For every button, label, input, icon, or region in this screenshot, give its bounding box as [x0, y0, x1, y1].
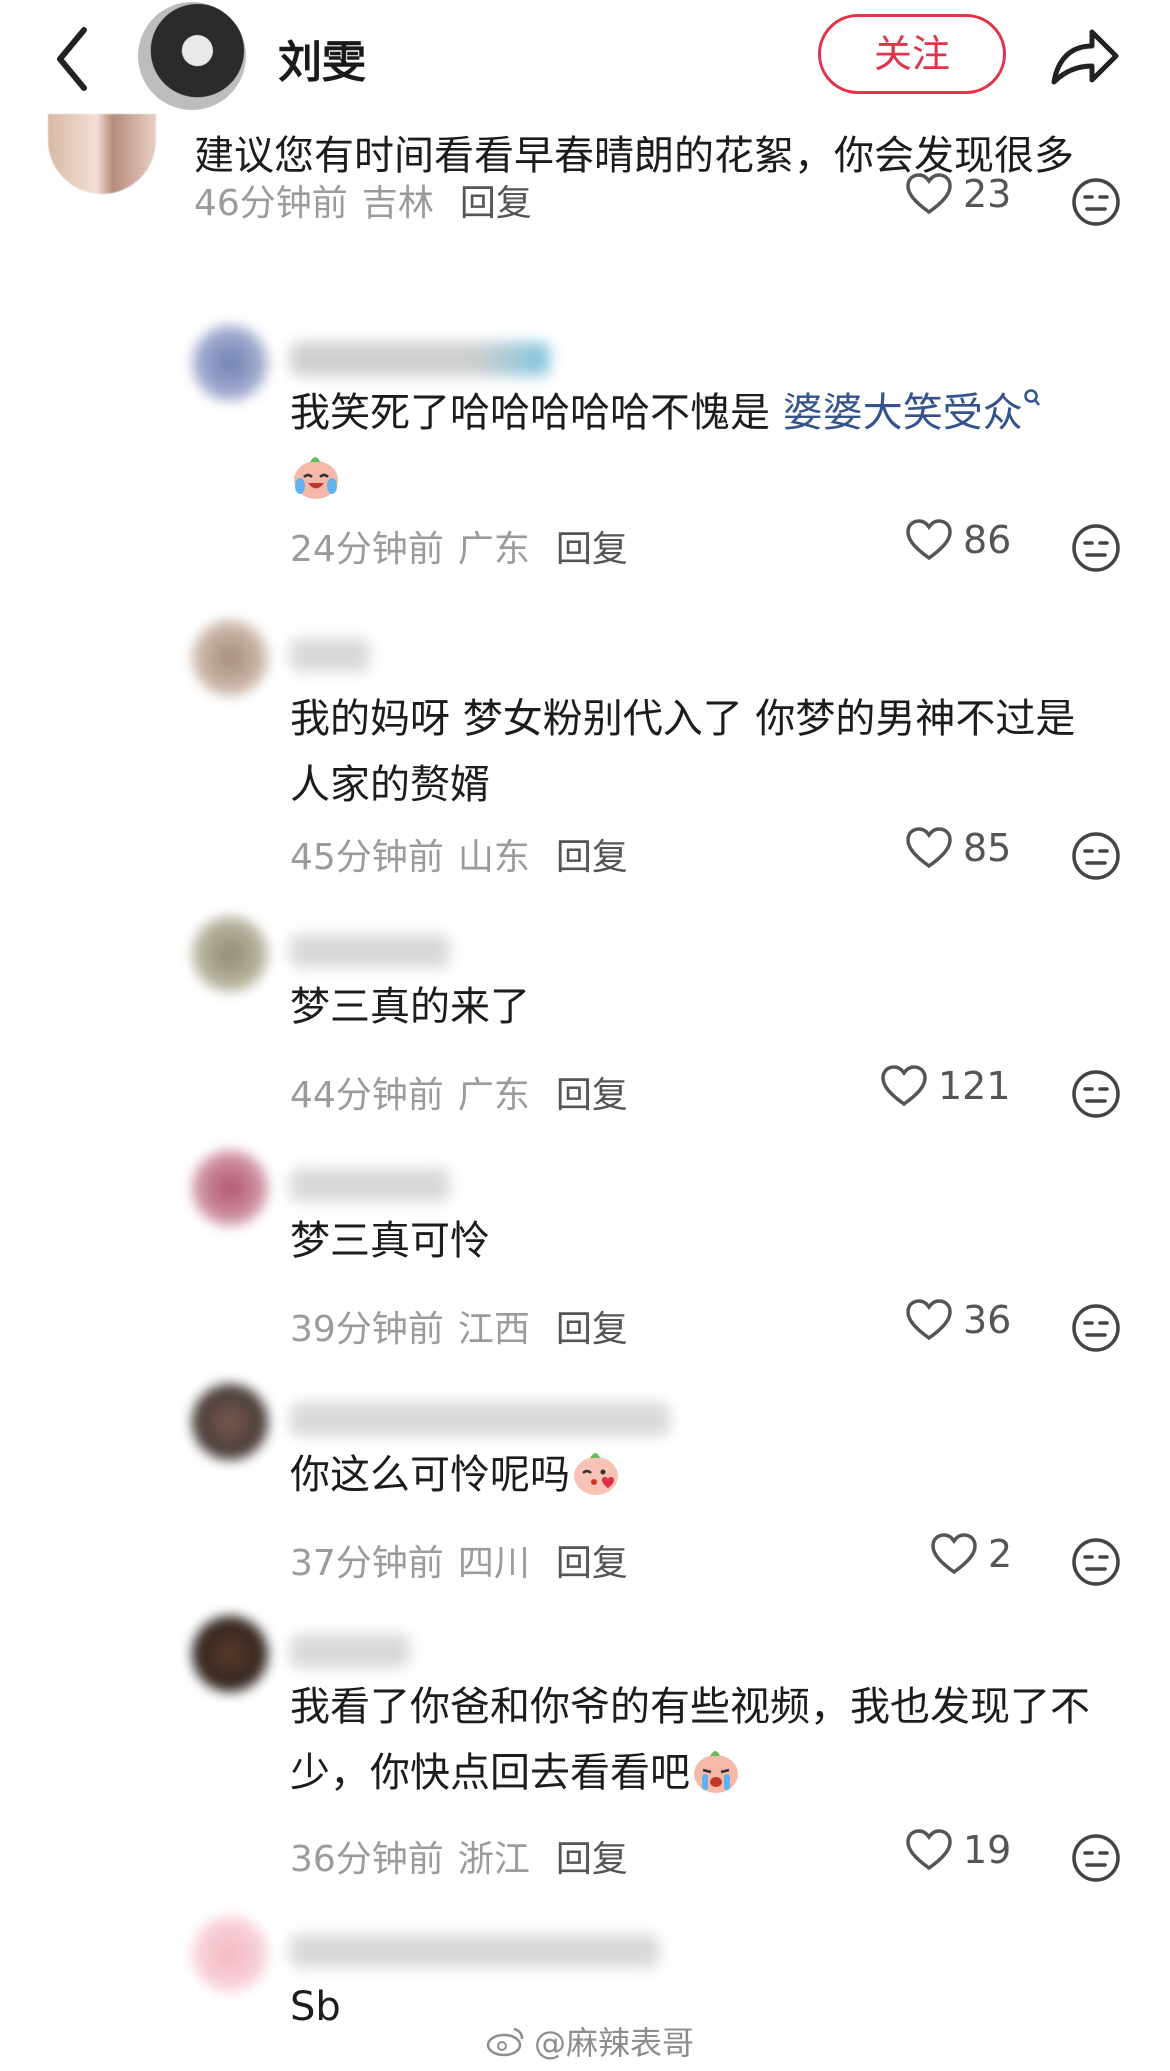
heart-icon: [906, 1829, 952, 1871]
reply-text: 我看了你爸和你爷的有些视频，我也发现了不 少，你快点回去看看吧: [290, 1684, 1090, 1796]
reply-button[interactable]: 回复: [556, 1309, 628, 1350]
reply-item: 我笑死了哈哈哈哈哈不愧是 婆婆大笑受众 24分钟前 广东 回复 86: [0, 320, 1170, 580]
comment-region: 吉林: [361, 183, 434, 224]
reply-meta: 45分钟前 山东 回复: [290, 828, 628, 880]
author-name[interactable]: 刘雯: [278, 26, 366, 90]
reply-button[interactable]: 回复: [556, 529, 628, 570]
heart-icon: [906, 1299, 952, 1341]
like-button[interactable]: 121: [880, 1064, 1011, 1108]
reply-text: 我笑死了哈哈哈哈哈不愧是 婆婆大笑受众: [290, 380, 1130, 512]
search-icon: [1023, 389, 1040, 406]
comment-time: 46分钟前: [194, 183, 348, 224]
emoji-reaction-icon[interactable]: [1070, 830, 1122, 882]
reply-item: 我的妈呀 梦女粉别代入了 你梦的男神不过是 人家的赘婿 45分钟前 山东 回复 85: [0, 618, 1170, 880]
reply-button[interactable]: 回复: [556, 1075, 628, 1116]
reply-meta: 24分钟前 广东 回复: [290, 520, 628, 572]
replier-username-blurred[interactable]: [290, 1934, 660, 1968]
reply-time: 36分钟前: [290, 1839, 444, 1880]
reply-region: 四川: [457, 1543, 530, 1584]
reply-time: 37分钟前: [290, 1543, 444, 1584]
like-count: 19: [963, 1828, 1012, 1872]
replier-avatar[interactable]: [192, 1616, 268, 1692]
like-count: 23: [963, 172, 1012, 216]
like-count: 2: [988, 1532, 1013, 1576]
topic-link[interactable]: 婆婆大笑受众: [783, 390, 1023, 436]
like-count: 85: [963, 826, 1012, 870]
like-count: 121: [938, 1064, 1011, 1108]
weibo-logo-icon: [486, 2027, 524, 2057]
replier-username-blurred[interactable]: [290, 1634, 410, 1668]
reply-region: 广东: [457, 529, 530, 570]
reply-region: 山东: [457, 837, 530, 878]
emoji-reaction-icon[interactable]: [1070, 1832, 1122, 1884]
back-arrow-icon[interactable]: [52, 24, 92, 94]
heart-icon: [881, 1065, 927, 1107]
reply-meta: 36分钟前 浙江 回复: [290, 1830, 628, 1882]
comment-item: 建议您有时间看看早春晴朗的花絮，你会发现很多 46分钟前 吉林 回复 23: [0, 114, 1170, 288]
heart-icon: [906, 519, 952, 561]
crying-emoji-icon: [694, 1751, 738, 1793]
emoji-reaction-icon[interactable]: [1070, 1068, 1122, 1120]
like-button[interactable]: 2: [930, 1532, 1012, 1576]
replier-avatar[interactable]: [192, 916, 268, 992]
like-button[interactable]: 86: [905, 518, 1011, 562]
like-button[interactable]: 36: [905, 1298, 1011, 1342]
emoji-reaction-icon[interactable]: [1070, 1302, 1122, 1354]
replier-username-blurred[interactable]: [290, 934, 450, 968]
heart-icon: [931, 1533, 977, 1575]
reply-meta: 39分钟前 江西 回复: [290, 1300, 628, 1352]
reply-item: 你这么可怜呢吗 37分钟前 四川 回复 2: [0, 1384, 1170, 1586]
commenter-avatar[interactable]: [48, 114, 156, 194]
replier-avatar[interactable]: [192, 620, 268, 696]
replier-avatar[interactable]: [192, 1384, 268, 1460]
heart-icon: [906, 173, 952, 215]
watermark-text: @麻辣表哥: [534, 2024, 695, 2062]
replier-username-blurred[interactable]: [290, 342, 550, 376]
reply-button[interactable]: 回复: [460, 183, 532, 224]
reply-meta: 44分钟前 广东 回复: [290, 1066, 628, 1118]
like-count: 86: [963, 518, 1012, 562]
laughing-crying-emoji-icon: [294, 457, 338, 499]
follow-button[interactable]: 关注: [818, 14, 1006, 94]
reply-text: 梦三真的来了: [290, 984, 530, 1030]
replier-avatar[interactable]: [192, 325, 268, 401]
reply-text: 梦三真可怜: [290, 1218, 490, 1264]
reply-button[interactable]: 回复: [556, 1543, 628, 1584]
emoji-reaction-icon[interactable]: [1070, 1536, 1122, 1588]
like-button[interactable]: 85: [905, 826, 1011, 870]
replier-username-blurred[interactable]: [290, 638, 370, 672]
emoji-reaction-icon[interactable]: [1070, 176, 1122, 228]
reply-button[interactable]: 回复: [556, 837, 628, 878]
replier-username-blurred[interactable]: [290, 1402, 670, 1436]
header-bar: 刘雯 关注: [0, 0, 1170, 118]
kiss-heart-emoji-icon: [574, 1453, 618, 1495]
reply-time: 45分钟前: [290, 837, 444, 878]
reply-region: 广东: [457, 1075, 530, 1116]
reply-time: 44分钟前: [290, 1075, 444, 1116]
reply-region: 浙江: [457, 1839, 530, 1880]
author-avatar[interactable]: [138, 2, 246, 110]
reply-text: 你这么可怜呢吗: [290, 1442, 1130, 1508]
reply-time: 39分钟前: [290, 1309, 444, 1350]
reply-region: 江西: [457, 1309, 530, 1350]
reply-item: 梦三真可怜 39分钟前 江西 回复 36: [0, 1150, 1170, 1352]
emoji-reaction-icon[interactable]: [1070, 522, 1122, 574]
reply-item: 梦三真的来了 44分钟前 广东 回复 121: [0, 916, 1170, 1118]
replier-username-blurred[interactable]: [290, 1168, 450, 1202]
reply-time: 24分钟前: [290, 529, 444, 570]
share-icon[interactable]: [1046, 18, 1122, 94]
reply-item: 我看了你爸和你爷的有些视频，我也发现了不 少，你快点回去看看吧 36分钟前 浙江回…: [0, 1616, 1170, 1882]
replier-avatar[interactable]: [192, 1150, 268, 1226]
like-button[interactable]: 19: [905, 1828, 1011, 1872]
reply-text: 我的妈呀 梦女粉别代入了 你梦的男神不过是 人家的赘婿: [290, 696, 1076, 808]
like-count: 36: [963, 1298, 1012, 1342]
reply-meta: 37分钟前 四川 回复: [290, 1534, 628, 1586]
comment-meta: 46分钟前 吉林 回复: [194, 174, 532, 226]
heart-icon: [906, 827, 952, 869]
reply-text: Sb: [290, 1984, 341, 2030]
watermark: @麻辣表哥: [486, 2018, 694, 2064]
reply-button[interactable]: 回复: [556, 1839, 628, 1880]
like-button[interactable]: 23: [905, 172, 1011, 216]
replier-avatar[interactable]: [192, 1916, 268, 1992]
